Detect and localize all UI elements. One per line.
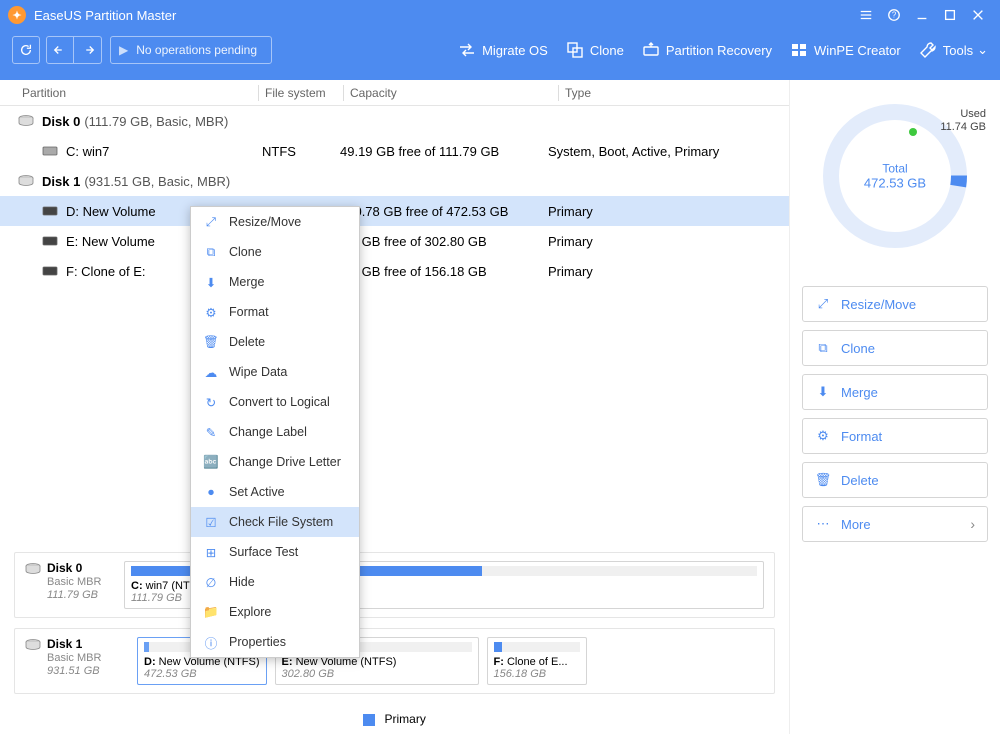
partition-row[interactable]: D: New VolumeNTFS460.78 GB free of 472.5… xyxy=(0,196,789,226)
context-item-icon: ∅ xyxy=(203,574,219,590)
action-button[interactable]: ⚙Format xyxy=(802,418,988,454)
context-item[interactable]: 🗑Delete xyxy=(191,327,359,357)
context-item-icon: ⬇ xyxy=(203,274,219,290)
refresh-button[interactable] xyxy=(12,36,40,64)
table-header: Partition File system Capacity Type xyxy=(0,80,789,106)
action-button[interactable]: ⬇Merge xyxy=(802,374,988,410)
context-item-icon: ☁ xyxy=(203,364,219,380)
help-icon[interactable]: ? xyxy=(880,1,908,29)
disk-icon xyxy=(25,639,41,651)
undo-button[interactable] xyxy=(46,36,74,64)
play-icon: ▶ xyxy=(119,43,128,57)
migrate-icon xyxy=(458,41,476,59)
recovery-icon xyxy=(642,41,660,59)
col-filesystem: File system xyxy=(265,86,343,100)
context-item-icon: ↻ xyxy=(203,394,219,410)
context-item[interactable]: ⤢Resize/Move xyxy=(191,207,359,237)
context-item-icon: ⓘ xyxy=(203,634,219,650)
donut-total-label: Total xyxy=(864,162,926,176)
action-icon: ⤢ xyxy=(815,296,831,312)
context-item-icon: 📁 xyxy=(203,604,219,620)
action-button[interactable]: ⤢Resize/Move xyxy=(802,286,988,322)
action-icon: ⋯ xyxy=(815,516,831,532)
context-item[interactable]: 📁Explore xyxy=(191,597,359,627)
context-item-icon: ✎ xyxy=(203,424,219,440)
tools-dropdown[interactable]: Tools⌄ xyxy=(919,41,988,59)
action-icon: ⧉ xyxy=(815,340,831,356)
used-value: 11.74 GB xyxy=(940,121,986,134)
action-icon: ⬇ xyxy=(815,384,831,400)
app-title: EaseUS Partition Master xyxy=(34,8,176,23)
volume-icon xyxy=(42,205,58,217)
context-item[interactable]: ∅Hide xyxy=(191,567,359,597)
maximize-icon[interactable] xyxy=(936,1,964,29)
chevron-right-icon: › xyxy=(970,516,975,532)
col-partition: Partition xyxy=(0,86,258,100)
context-item[interactable]: ⬇Merge xyxy=(191,267,359,297)
disk-icon xyxy=(18,115,34,127)
volume-icon xyxy=(42,265,58,277)
disk-bar[interactable]: Disk 1Basic MBR931.51 GBD: New Volume (N… xyxy=(14,628,775,694)
col-capacity: Capacity xyxy=(350,86,558,100)
legend: Primary xyxy=(0,704,789,734)
action-icon: 🗑 xyxy=(815,472,831,488)
context-item-icon: ⧉ xyxy=(203,244,219,260)
context-item[interactable]: ↻Convert to Logical xyxy=(191,387,359,417)
context-item[interactable]: ⊞Surface Test xyxy=(191,537,359,567)
minimize-icon[interactable] xyxy=(908,1,936,29)
action-button[interactable]: 🗑Delete xyxy=(802,462,988,498)
volume-icon xyxy=(42,145,58,157)
context-item[interactable]: ⧉Clone xyxy=(191,237,359,267)
operations-status-text: No operations pending xyxy=(136,43,257,57)
context-item[interactable]: ✎Change Label xyxy=(191,417,359,447)
app-logo: ✦ xyxy=(8,6,26,24)
partition-recovery-button[interactable]: Partition Recovery xyxy=(642,41,772,59)
context-item-icon: ● xyxy=(203,484,219,500)
migrate-os-button[interactable]: Migrate OS xyxy=(458,41,548,59)
close-icon[interactable] xyxy=(964,1,992,29)
clone-button[interactable]: Clone xyxy=(566,41,624,59)
context-item[interactable]: ⓘProperties xyxy=(191,627,359,657)
winpe-icon xyxy=(790,41,808,59)
context-item-icon: ⊞ xyxy=(203,544,219,560)
context-item[interactable]: ⚙Format xyxy=(191,297,359,327)
context-item-icon: ⤢ xyxy=(203,214,219,230)
context-item[interactable]: ●Set Active xyxy=(191,477,359,507)
context-item[interactable]: 🔤Change Drive Letter xyxy=(191,447,359,477)
context-item[interactable]: ☑Check File System xyxy=(191,507,359,537)
partition-block[interactable]: F: Clone of E...156.18 GB xyxy=(487,637,587,685)
context-item-icon: ⚙ xyxy=(203,304,219,320)
legend-primary-label: Primary xyxy=(385,712,426,726)
action-icon: ⚙ xyxy=(815,428,831,444)
action-button[interactable]: ⧉Clone xyxy=(802,330,988,366)
partition-row[interactable]: E: New Volume.29 GB free of 302.80 GBPri… xyxy=(0,226,789,256)
partition-row[interactable]: C: win7NTFS49.19 GB free of 111.79 GBSys… xyxy=(0,136,789,166)
disk-header[interactable]: Disk 1(931.51 GB, Basic, MBR) xyxy=(0,166,789,196)
context-item-icon: 🔤 xyxy=(203,454,219,470)
context-item-icon: ☑ xyxy=(203,514,219,530)
clone-icon xyxy=(566,41,584,59)
redo-button[interactable] xyxy=(74,36,102,64)
donut-marker xyxy=(909,128,917,136)
action-button[interactable]: ⋯More› xyxy=(802,506,988,542)
disk-icon xyxy=(18,175,34,187)
menu-icon[interactable] xyxy=(852,1,880,29)
context-item-icon: 🗑 xyxy=(203,334,219,350)
tools-icon xyxy=(919,41,937,59)
context-menu: ⤢Resize/Move⧉Clone⬇Merge⚙Format🗑Delete☁W… xyxy=(190,206,360,658)
disk-icon xyxy=(25,563,41,575)
volume-icon xyxy=(42,235,58,247)
chevron-down-icon: ⌄ xyxy=(977,42,988,58)
col-type: Type xyxy=(565,86,785,100)
operations-status[interactable]: ▶ No operations pending xyxy=(110,36,272,64)
used-label: Used xyxy=(940,108,986,121)
disk-bar[interactable]: Disk 0Basic MBR111.79 GBC: win7 (NTFS)11… xyxy=(14,552,775,618)
legend-swatch-primary xyxy=(363,714,375,726)
donut-total-value: 472.53 GB xyxy=(864,176,926,191)
winpe-creator-button[interactable]: WinPE Creator xyxy=(790,41,901,59)
context-item[interactable]: ☁Wipe Data xyxy=(191,357,359,387)
disk-header[interactable]: Disk 0(111.79 GB, Basic, MBR) xyxy=(0,106,789,136)
svg-text:?: ? xyxy=(892,11,897,20)
partition-row[interactable]: F: Clone of E:.69 GB free of 156.18 GBPr… xyxy=(0,256,789,286)
